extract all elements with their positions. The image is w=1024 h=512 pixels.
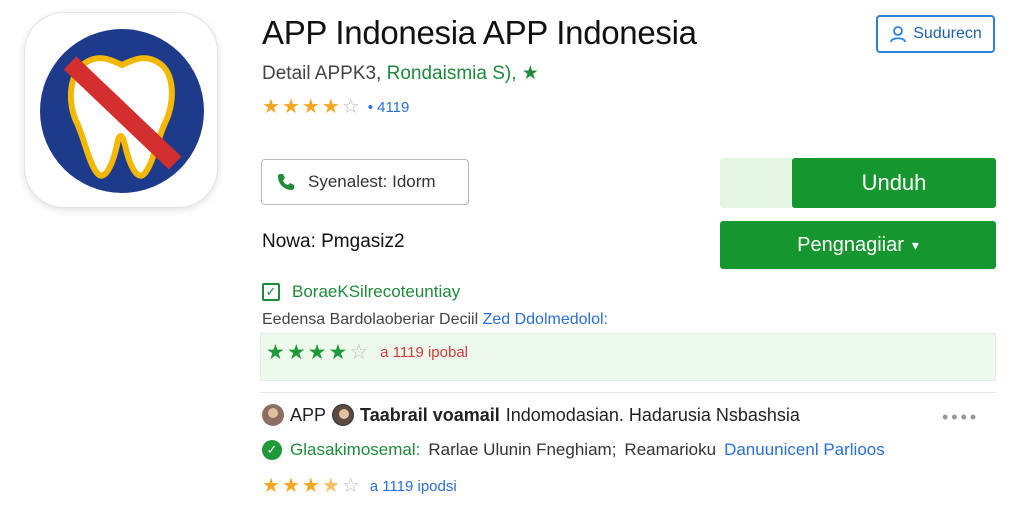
review-text: Indomodasian. Hadarusia Nsbashsia [505, 404, 800, 425]
section-divider [260, 392, 996, 393]
avatar [332, 404, 355, 426]
rating-count-value: 4119 [377, 98, 410, 116]
review-label: APP [290, 404, 327, 425]
guarantee-label: Glasakimosemal: [290, 440, 421, 459]
contact-label: Syenalest: Idorm [308, 172, 436, 191]
guarantee-text: Rarlae Ulunin Fneghiam; [428, 440, 617, 459]
bottom-rating-count: a 1119 ipodsi [369, 477, 457, 495]
rating-row: ★ ★ ★ ★ ☆ • 4119 [262, 97, 409, 117]
chevron-down-icon: ▾ [911, 236, 919, 253]
guarantee-row: ✓ Glasakimosemal: Rarlae Ulunin Fneghiam… [262, 440, 885, 460]
rating-count[interactable]: • 4119 [368, 99, 410, 116]
download-button[interactable]: Unduh [792, 158, 996, 208]
highlight-rating: ★ ★ ★ ★ ☆ a 1119 ipobal [266, 342, 468, 363]
settings-button[interactable]: Pengnagiiar ▾ [720, 221, 996, 269]
version-text: Nowa: Pmgasiz2 [262, 231, 405, 252]
avatar [262, 404, 284, 426]
star-icon: ★ [307, 341, 327, 364]
description-row: Eedensa Bardolaoberiar Deciil Zed Ddolme… [262, 311, 608, 329]
subscribe-button[interactable]: Sudurecn [876, 15, 995, 53]
settings-label: Pengnagiiar [797, 233, 904, 256]
review-row: APP Taabrail voamail Indomodasian. Hadar… [262, 404, 800, 426]
phone-icon [278, 174, 294, 190]
star-empty-icon: ☆ [341, 96, 360, 118]
star-icon: ★ [301, 475, 320, 497]
app-icon [24, 12, 218, 208]
guarantee-link[interactable]: Danuunicenl Parlioos [724, 440, 885, 460]
star-half-icon: ★ [321, 475, 340, 497]
bottom-rating: ★ ★ ★ ★ ☆ a 1119 ipodsi [262, 476, 457, 496]
verified-label: BoraeKSilrecoteuntiay [292, 282, 461, 301]
dot-icon: • [367, 98, 378, 116]
star-icon: ★ [262, 475, 280, 497]
check-circle-icon: ✓ [262, 440, 282, 460]
star-icon: ★ [321, 96, 340, 118]
star-icon: ★ [328, 341, 348, 364]
contact-button[interactable]: Syenalest: Idorm [261, 159, 469, 205]
tooth-prohibited-icon [40, 29, 204, 193]
verified-row: ✓ BoraeKSilrecoteuntiay [262, 282, 460, 302]
more-dots-icon[interactable]: •••• [942, 407, 979, 428]
description-text: Eedensa Bardolaoberiar Deciil [262, 311, 479, 328]
star-icon: ★ [286, 341, 306, 364]
app-subtitle: Detail APPK3, Rondaismia S), ★ [262, 62, 539, 85]
star-icon: ★ [266, 341, 285, 364]
star-icon: ★ [281, 96, 300, 118]
checkbox-icon: ✓ [262, 283, 280, 301]
description-link[interactable]: Zed Ddolmedolol: [483, 311, 608, 328]
guarantee-text-2: Reamarioku [624, 440, 717, 459]
editor-choice-icon: ★ [521, 63, 539, 84]
star-empty-icon: ☆ [349, 341, 369, 364]
person-icon [890, 26, 907, 43]
star-empty-icon: ☆ [341, 475, 360, 497]
review-author[interactable]: Taabrail voamail [360, 405, 500, 426]
subscribe-label: Sudurecn [913, 25, 982, 42]
star-icon: ★ [301, 96, 320, 118]
app-title: APP Indonesia APP Indonesia [262, 14, 697, 51]
star-icon: ★ [281, 475, 300, 497]
subtitle-prefix: Detail APPK3, [262, 63, 382, 84]
star-icon: ★ [262, 96, 280, 118]
developer-link[interactable]: Rondaismia S), [387, 63, 517, 84]
highlight-count: a 1119 ipobal [380, 344, 468, 361]
